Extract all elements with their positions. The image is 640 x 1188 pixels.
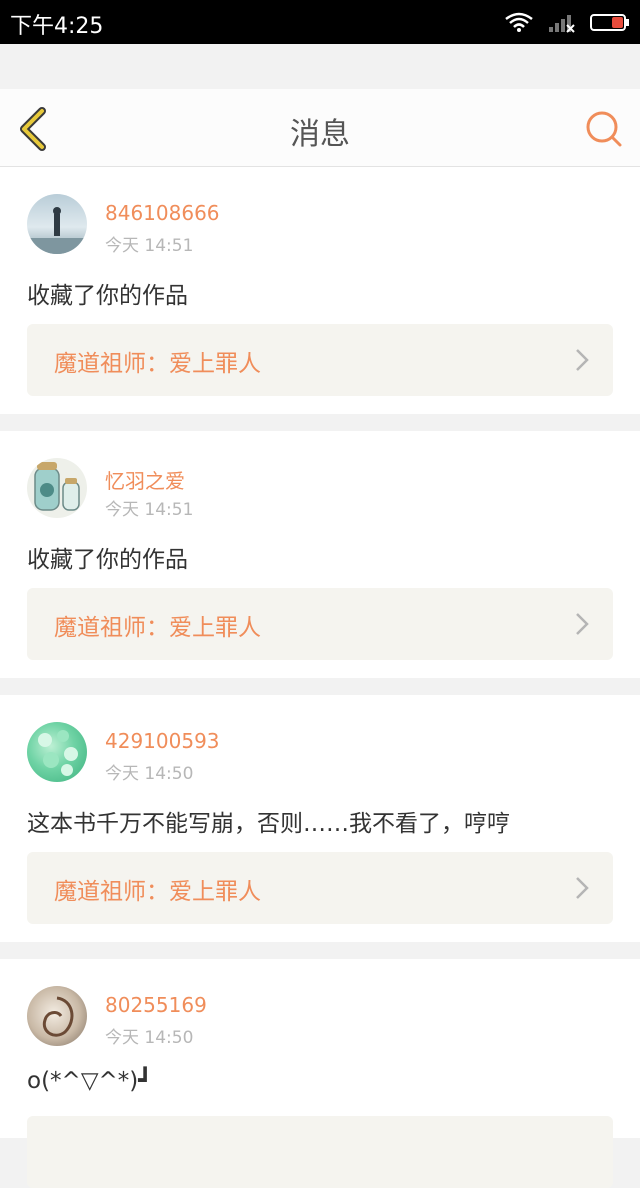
username[interactable]: 忆羽之爱 bbox=[105, 465, 185, 494]
username[interactable]: 80255169 bbox=[105, 993, 207, 1017]
message-text: 这本书千万不能写崩，否则……我不看了，哼哼 bbox=[27, 811, 510, 837]
search-icon[interactable] bbox=[584, 109, 624, 149]
wifi-icon bbox=[505, 12, 533, 32]
avatar-image bbox=[42, 996, 74, 1037]
message-card: 80255169 今天 14:50 o(*^▽^*)┛ bbox=[0, 959, 640, 1188]
work-link[interactable] bbox=[27, 1116, 613, 1188]
username[interactable]: 846108666 bbox=[105, 201, 220, 225]
avatar[interactable] bbox=[27, 722, 87, 782]
work-title: 魔道祖师：爱上罪人 bbox=[54, 615, 261, 641]
message-time: 今天 14:50 bbox=[105, 764, 194, 784]
work-title: 魔道祖师：爱上罪人 bbox=[54, 879, 261, 905]
page-title: 消息 bbox=[290, 117, 350, 152]
message-time: 今天 14:51 bbox=[105, 500, 194, 520]
message-time: 今天 14:50 bbox=[105, 1028, 194, 1048]
avatar-image bbox=[34, 462, 80, 511]
avatar[interactable] bbox=[27, 194, 87, 254]
nav-header: 消息 bbox=[0, 89, 640, 167]
message-card: 429100593 今天 14:50 这本书千万不能写崩，否则……我不看了，哼哼… bbox=[0, 695, 640, 942]
username[interactable]: 429100593 bbox=[105, 729, 220, 753]
header-gap bbox=[0, 44, 640, 89]
status-bar: 下午4:25 bbox=[0, 0, 640, 44]
avatar[interactable] bbox=[27, 458, 87, 518]
work-link[interactable]: 魔道祖师：爱上罪人 bbox=[27, 852, 613, 924]
chevron-right-icon bbox=[576, 349, 589, 371]
chevron-right-icon bbox=[576, 613, 589, 635]
message-text: o(*^▽^*)┛ bbox=[27, 1068, 153, 1094]
chevron-right-icon bbox=[576, 877, 589, 899]
message-card: 忆羽之爱 今天 14:51 收藏了你的作品 魔道祖师：爱上罪人 bbox=[0, 431, 640, 678]
avatar[interactable] bbox=[27, 986, 87, 1046]
status-time: 下午4:25 bbox=[10, 14, 104, 39]
work-title: 魔道祖师：爱上罪人 bbox=[54, 351, 261, 377]
work-link[interactable]: 魔道祖师：爱上罪人 bbox=[27, 324, 613, 396]
message-text: 收藏了你的作品 bbox=[27, 547, 188, 573]
battery-icon bbox=[590, 14, 629, 31]
message-card: 846108666 今天 14:51 收藏了你的作品 魔道祖师：爱上罪人 bbox=[0, 167, 640, 414]
avatar-image bbox=[27, 207, 87, 254]
avatar-image bbox=[38, 730, 78, 776]
message-text: 收藏了你的作品 bbox=[27, 283, 188, 309]
message-time: 今天 14:51 bbox=[105, 236, 194, 256]
work-link[interactable]: 魔道祖师：爱上罪人 bbox=[27, 588, 613, 660]
signal-icon bbox=[549, 15, 575, 33]
status-icons bbox=[504, 10, 630, 34]
